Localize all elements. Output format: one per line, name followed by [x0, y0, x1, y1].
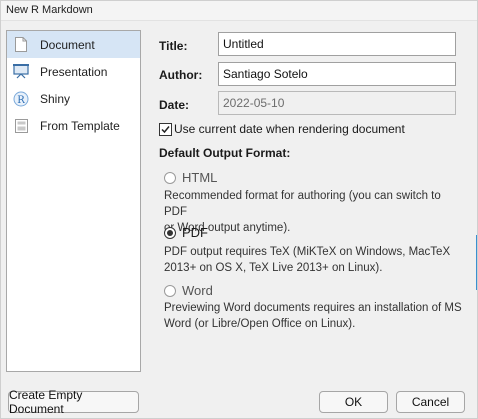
pdf-desc-line: PDF output requires TeX (MiKTeX on Windo… — [164, 246, 451, 258]
word-radio[interactable] — [164, 285, 176, 297]
presentation-icon — [13, 64, 29, 80]
title-label: Title: — [159, 39, 188, 53]
title-bar: New R Markdown — [0, 0, 478, 21]
sidebar-item-presentation[interactable]: Presentation — [7, 58, 140, 85]
template-type-list: Document Presentation R Shiny From Templ… — [6, 30, 141, 372]
sidebar-item-label: Shiny — [40, 91, 71, 106]
pdf-description: PDF output requires TeX (MiKTeX on Windo… — [164, 244, 464, 276]
word-desc-line: Word (or Libre/Open Office on Linux). — [164, 318, 356, 330]
pdf-desc-line: 2013+ on OS X, TeX Live 2013+ on Linux). — [164, 262, 383, 274]
word-desc-line: Previewing Word documents requires an in… — [164, 302, 462, 314]
date-input: 2022-05-10 — [218, 91, 456, 115]
title-input[interactable]: Untitled — [218, 32, 456, 56]
cancel-button[interactable]: Cancel — [396, 391, 465, 413]
html-description: Recommended format for authoring (you ca… — [164, 188, 464, 236]
svg-text:R: R — [17, 95, 25, 106]
output-format-heading: Default Output Format: — [159, 146, 291, 160]
sidebar-item-shiny[interactable]: R Shiny — [7, 85, 140, 112]
html-desc-line: or Word output anytime). — [164, 222, 291, 234]
author-input[interactable]: Santiago Sotelo — [218, 62, 456, 86]
shiny-r-icon: R — [13, 91, 29, 107]
sidebar-item-document[interactable]: Document — [7, 31, 140, 58]
template-icon — [13, 118, 29, 134]
ok-button[interactable]: OK — [319, 391, 388, 413]
sidebar-item-label: From Template — [40, 118, 120, 133]
pdf-radio[interactable] — [164, 227, 176, 239]
window-title: New R Markdown — [6, 4, 93, 16]
document-icon — [13, 37, 29, 53]
pdf-radio-label[interactable]: PDF — [182, 225, 208, 240]
word-radio-label[interactable]: Word — [182, 283, 213, 298]
html-desc-line: Recommended format for authoring (you ca… — [164, 190, 441, 218]
use-current-date-label[interactable]: Use current date when rendering document — [174, 122, 405, 136]
html-radio-label[interactable]: HTML — [182, 170, 217, 185]
sidebar-item-label: Document — [40, 37, 95, 52]
date-label: Date: — [159, 98, 190, 112]
use-current-date-checkbox[interactable] — [159, 123, 172, 136]
html-radio[interactable] — [164, 172, 176, 184]
word-description: Previewing Word documents requires an in… — [164, 300, 464, 332]
sidebar-item-from-template[interactable]: From Template — [7, 112, 140, 139]
sidebar-item-label: Presentation — [40, 64, 108, 79]
checkmark-icon — [161, 126, 170, 134]
create-empty-document-button[interactable]: Create Empty Document — [8, 388, 139, 416]
author-label: Author: — [159, 68, 203, 82]
